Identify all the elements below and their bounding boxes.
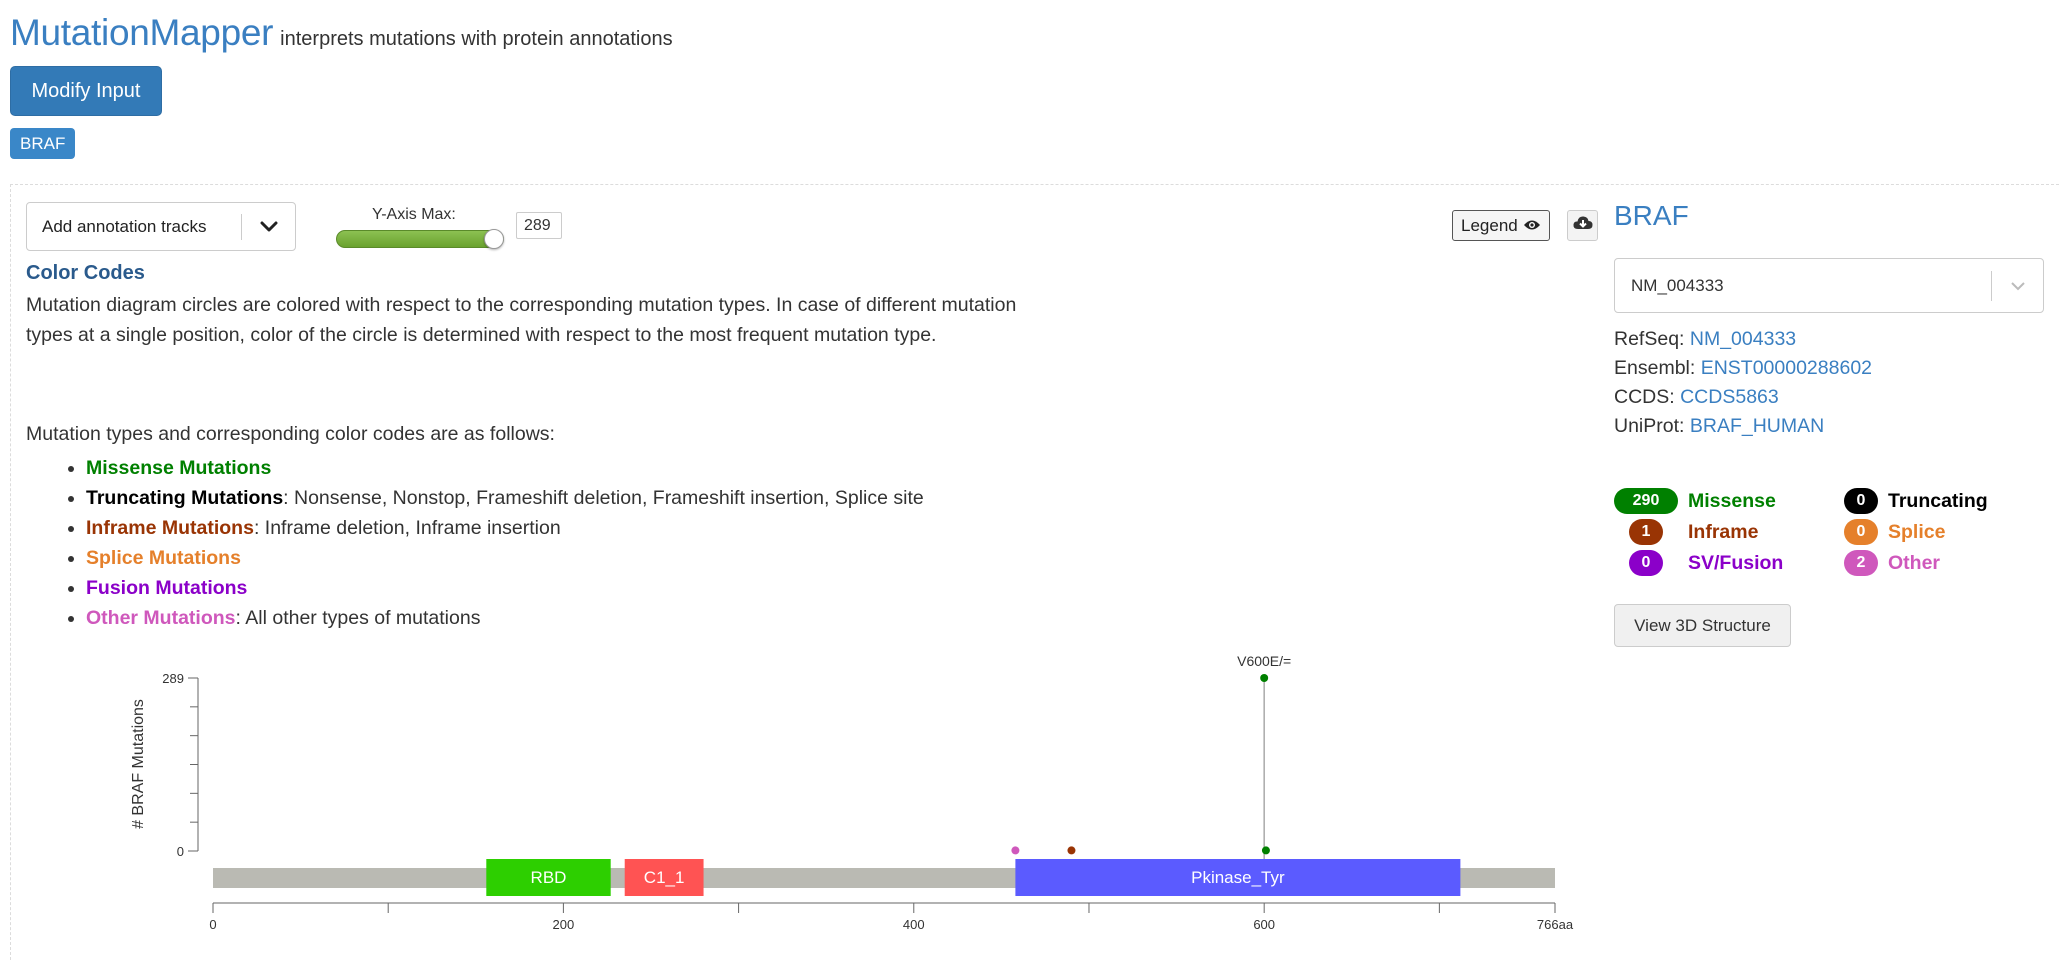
- mutation-type-item: Inframe Mutations: Inframe deletion, Inf…: [86, 513, 924, 543]
- count-label: Inframe: [1688, 520, 1759, 543]
- lollipop-head: [1261, 846, 1270, 855]
- mutation-count-summary: 290 Missense 0 Truncating 1 Inframe 0 Splice 0 SV…: [1614, 488, 2034, 584]
- mutation-type-name: Fusion Mutations: [86, 577, 248, 599]
- mutation-type-desc: : Nonsense, Nonstop, Frameshift deletion…: [283, 487, 924, 509]
- color-codes-description: Mutation diagram circles are colored wit…: [26, 294, 1017, 346]
- y-tick-label: 289: [162, 671, 184, 686]
- count-badge: 0: [1629, 550, 1663, 576]
- mutation-type-name: Inframe Mutations: [86, 517, 254, 539]
- chevron-down-icon: [242, 221, 295, 233]
- mutation-count-other[interactable]: 2 Other: [1844, 550, 1940, 576]
- count-label: SV/Fusion: [1688, 551, 1784, 574]
- transcript-select-value: NM_004333: [1631, 275, 1724, 295]
- reference-row: Ensembl: ENST00000288602: [1614, 354, 1872, 383]
- legend-button[interactable]: Legend: [1452, 210, 1550, 241]
- lollipop-head: [1260, 674, 1269, 682]
- cloud-download-icon: [1572, 215, 1593, 236]
- y-axis-max-input[interactable]: 289: [516, 212, 562, 239]
- reference-label: UniProt:: [1614, 415, 1690, 437]
- mutation-count-truncating[interactable]: 0 Truncating: [1844, 488, 1988, 514]
- eye-icon: [1523, 216, 1541, 236]
- reference-link[interactable]: NM_004333: [1690, 328, 1796, 350]
- mutation-type-desc: : All other types of mutations: [235, 607, 481, 629]
- mutation-type-name: Truncating Mutations: [86, 487, 284, 509]
- mutation-type-item: Fusion Mutations: [86, 573, 924, 603]
- app-title: MutationMapper: [10, 12, 274, 53]
- count-badge: 2: [1844, 550, 1878, 576]
- lollipop-plot: 289 0 # BRAF Mutations V600E/= RBD C1_1 Pkinas…: [130, 653, 1574, 932]
- legend-button-label: Legend: [1461, 215, 1518, 235]
- mutation-type-list: Missense MutationsTruncating Mutations: …: [86, 453, 924, 633]
- reference-label: Ensembl:: [1614, 357, 1701, 379]
- transcript-select[interactable]: NM_004333: [1614, 258, 2044, 313]
- reference-link[interactable]: CCDS5863: [1680, 386, 1779, 408]
- mutation-count-sv-fusion[interactable]: 0 SV/Fusion: [1614, 550, 1783, 576]
- modify-input-button[interactable]: Modify Input: [10, 66, 162, 116]
- y-axis-max-label: Y-Axis Max:: [372, 206, 456, 223]
- reference-link[interactable]: ENST00000288602: [1701, 357, 1872, 379]
- mutation-type-desc: : Inframe deletion, Inframe insertion: [253, 517, 561, 539]
- gene-tag[interactable]: BRAF: [10, 128, 76, 159]
- side-gene-title: BRAF: [1614, 200, 1689, 231]
- download-button[interactable]: [1567, 210, 1598, 241]
- mutation-type-name: Splice Mutations: [86, 547, 241, 569]
- mutation-count-splice[interactable]: 0 Splice: [1844, 519, 1945, 545]
- x-tick-label: 766aa: [1537, 917, 1574, 932]
- annotation-tracks-dropdown[interactable]: Add annotation tracks: [26, 202, 296, 251]
- reference-row: CCDS: CCDS5863: [1614, 383, 1872, 412]
- reference-row: RefSeq: NM_004333: [1614, 325, 1872, 354]
- lollipop-label: V600E/=: [1237, 653, 1291, 669]
- mutation-type-item: Other Mutations: All other types of muta…: [86, 603, 924, 633]
- reference-label: RefSeq:: [1614, 328, 1690, 350]
- x-tick-label: 0: [209, 917, 216, 932]
- domain-label: Pkinase_Tyr: [1191, 868, 1285, 887]
- mutation-type-item: Missense Mutations: [86, 453, 924, 483]
- lollipop-head: [1067, 846, 1076, 855]
- color-codes-title: Color Codes: [26, 262, 145, 284]
- y-axis-slider-track[interactable]: [336, 230, 504, 248]
- mutation-type-item: Truncating Mutations: Nonsense, Nonstop,…: [86, 483, 924, 513]
- mutation-count-inframe[interactable]: 1 Inframe: [1614, 519, 1758, 545]
- count-badge: 290: [1614, 488, 1678, 514]
- domain-label: RBD: [531, 868, 567, 887]
- x-tick-label: 200: [553, 917, 575, 932]
- y-tick-label: 0: [177, 844, 184, 859]
- annotation-dropdown-label: Add annotation tracks: [42, 216, 207, 236]
- view-3d-structure-button[interactable]: View 3D Structure: [1614, 604, 1791, 647]
- count-badge: 1: [1629, 519, 1663, 545]
- count-label: Missense: [1688, 489, 1776, 512]
- reference-row: UniProt: BRAF_HUMAN: [1614, 412, 1872, 441]
- app-subtitle: interprets mutations with protein annota…: [280, 28, 673, 50]
- mutation-count-missense[interactable]: 290 Missense: [1614, 488, 1776, 514]
- y-axis-title: # BRAF Mutations: [130, 699, 147, 829]
- mutation-type-name: Other Mutations: [86, 607, 236, 629]
- domain-label: C1_1: [644, 868, 685, 887]
- count-label: Splice: [1888, 520, 1946, 543]
- x-tick-label: 400: [903, 917, 925, 932]
- mutation-type-item: Splice Mutations: [86, 543, 924, 573]
- chevron-down-icon: [1992, 281, 2043, 291]
- reference-link[interactable]: BRAF_HUMAN: [1690, 415, 1824, 437]
- count-badge: 0: [1844, 488, 1878, 514]
- mutation-type-name: Missense Mutations: [86, 457, 272, 479]
- y-axis-slider-handle[interactable]: [484, 229, 504, 249]
- color-codes-intro: Mutation types and corresponding color c…: [26, 423, 555, 445]
- reference-label: CCDS:: [1614, 386, 1681, 408]
- header: MutationMapper interprets mutations with…: [10, 12, 673, 54]
- x-tick-label: 600: [1253, 917, 1275, 932]
- reference-list: RefSeq: NM_004333 Ensembl: ENST0000028860…: [1614, 325, 1872, 441]
- lollipop-head: [1011, 846, 1020, 855]
- count-label: Truncating: [1888, 489, 1988, 512]
- count-badge: 0: [1844, 519, 1878, 545]
- count-label: Other: [1888, 551, 1941, 574]
